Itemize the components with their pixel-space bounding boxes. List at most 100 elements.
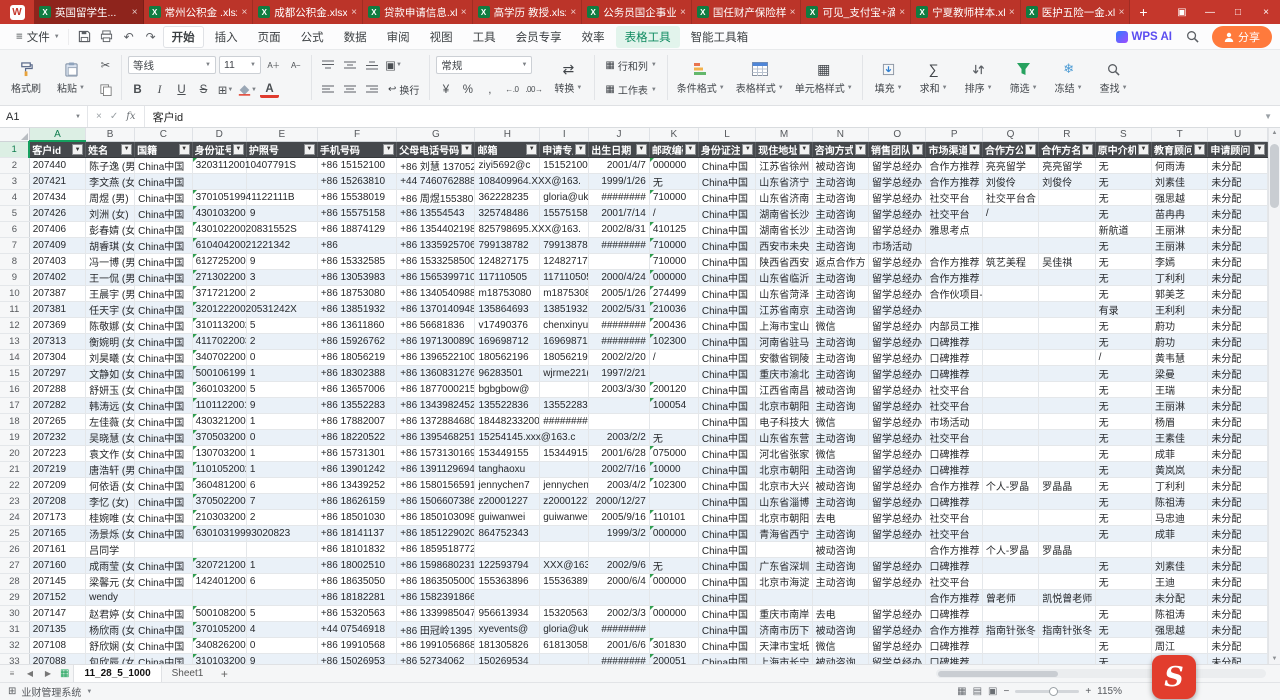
align-center-icon[interactable] — [340, 81, 359, 99]
cell[interactable] — [1039, 302, 1095, 318]
cell[interactable]: 2002/2/20 — [589, 350, 650, 366]
filter-dropdown-icon[interactable]: ▼ — [526, 144, 537, 155]
cell[interactable]: 未分配 — [1208, 446, 1268, 462]
cell[interactable]: 207165 — [29, 526, 85, 542]
cell[interactable]: 未分配 — [1208, 654, 1268, 665]
cell[interactable]: 微信 — [812, 446, 868, 462]
cell[interactable]: 社交平台 — [926, 430, 982, 446]
cell[interactable]: 赵君婷 (女 — [86, 606, 135, 622]
cell[interactable]: 无 — [649, 558, 698, 574]
cell[interactable]: 强思越 — [1151, 190, 1207, 206]
cell[interactable]: 个人-罗晶 — [982, 478, 1038, 494]
cell[interactable] — [756, 542, 812, 558]
cell[interactable]: +44 7460762888 — [397, 174, 475, 190]
header-cell[interactable]: 咨询方式▼ — [812, 141, 868, 158]
cell[interactable]: 湖南省长沙 — [756, 222, 812, 238]
cell[interactable] — [982, 270, 1038, 286]
page-break-view-icon[interactable]: ▣ — [988, 686, 997, 697]
cell[interactable]: 207369 — [29, 318, 85, 334]
cell[interactable]: 文静如 (女 — [86, 366, 135, 382]
cell[interactable]: China中国 — [698, 526, 755, 542]
align-middle-icon[interactable] — [340, 56, 359, 74]
cell[interactable]: 无 — [1095, 334, 1151, 350]
cell[interactable]: chenxinyur — [540, 318, 589, 334]
cell[interactable]: 799138782 — [540, 238, 589, 254]
cell[interactable]: 山东省东营 — [756, 430, 812, 446]
cell[interactable]: 0 — [246, 430, 317, 446]
cell[interactable]: 留学总经办 — [869, 494, 926, 510]
cell[interactable]: 4 — [246, 622, 317, 638]
cell[interactable] — [982, 430, 1038, 446]
prev-sheet-icon[interactable]: ◀ — [22, 665, 38, 682]
tab-close-icon[interactable]: × — [351, 7, 357, 18]
cell[interactable]: 个人-罗晶 — [982, 542, 1038, 558]
header-cell[interactable]: 护照号▼ — [246, 141, 317, 158]
cell[interactable]: 799138782 — [475, 238, 540, 254]
cell[interactable]: 去电 — [812, 606, 868, 622]
cell[interactable]: 成菲 — [1151, 526, 1207, 542]
cell[interactable]: China中国 — [698, 254, 755, 270]
row-number-23[interactable]: 23 — [0, 494, 29, 510]
italic-icon[interactable]: I — [150, 81, 169, 99]
cell[interactable] — [982, 350, 1038, 366]
cell[interactable]: 37010520021027082 — [192, 622, 246, 638]
cell[interactable]: 口碑推荐 — [926, 606, 982, 622]
cell[interactable]: 口碑推荐 — [926, 494, 982, 510]
cell[interactable]: v17490376 — [475, 318, 540, 334]
cell[interactable]: 2001/6/28 — [589, 446, 650, 462]
header-cell[interactable]: 合作方名▼ — [1039, 141, 1095, 158]
cell[interactable] — [135, 542, 192, 558]
cell[interactable]: 155363896 — [475, 574, 540, 590]
cell[interactable]: 5 — [246, 382, 317, 398]
cell[interactable]: 主动咨询 — [812, 174, 868, 190]
cell[interactable]: 10000 — [649, 462, 698, 478]
cell[interactable]: 未分配 — [1208, 590, 1268, 606]
cell[interactable]: 何雨涛 — [1151, 158, 1207, 174]
cell[interactable]: 冯一博 (男 — [86, 254, 135, 270]
cell[interactable]: 未分配 — [1208, 622, 1268, 638]
cell[interactable]: 无 — [1095, 158, 1151, 174]
column-header-Q[interactable]: Q — [982, 128, 1038, 141]
tab-close-icon[interactable]: × — [570, 7, 576, 18]
sheet-tab-1[interactable]: Sheet1 — [162, 665, 214, 682]
cell[interactable]: +86 1851229020 — [397, 526, 475, 542]
cell[interactable]: 102300 — [649, 334, 698, 350]
cell[interactable] — [869, 542, 926, 558]
cell[interactable]: 彭春婧 (女 — [86, 222, 135, 238]
cell[interactable]: 李忆 (女) — [86, 494, 135, 510]
cell[interactable]: 微信 — [812, 638, 868, 654]
cell[interactable]: China中国 — [698, 574, 755, 590]
cell[interactable]: 口碑推荐 — [926, 654, 982, 665]
cell[interactable] — [982, 238, 1038, 254]
cell[interactable] — [982, 366, 1038, 382]
cell[interactable]: 留学总经办 — [869, 462, 926, 478]
cell[interactable] — [589, 414, 650, 430]
cell[interactable]: 留学总经办 — [869, 254, 926, 270]
cell[interactable]: 电子科技大 — [756, 414, 812, 430]
cell[interactable]: 舒欣娴 (女 — [86, 638, 135, 654]
cell[interactable] — [982, 318, 1038, 334]
file-tab-5[interactable]: X公务员国企事业单...× — [582, 0, 692, 24]
cell[interactable] — [649, 494, 698, 510]
cell[interactable]: 11010520020716545 — [192, 462, 246, 478]
cell[interactable]: 未分配 — [1208, 430, 1268, 446]
row-number-17[interactable]: 17 — [0, 398, 29, 414]
cell[interactable]: 周江 — [1151, 638, 1207, 654]
horizontal-scrollbar[interactable] — [936, 669, 1266, 678]
cell[interactable]: 左佳薇 (女 — [86, 414, 135, 430]
cell[interactable]: China中国 — [135, 366, 192, 382]
cell[interactable]: 32072120020906008 — [192, 558, 246, 574]
cell[interactable]: 口碑推荐 — [926, 366, 982, 382]
cell[interactable]: 301830 — [649, 638, 698, 654]
file-tab-1[interactable]: X常州公积金 .xlsx× — [144, 0, 254, 24]
cell[interactable]: +86 1863505000 — [397, 574, 475, 590]
cell[interactable]: 未分配 — [1208, 382, 1268, 398]
cell[interactable]: guiwanwei — [475, 510, 540, 526]
cell[interactable] — [1039, 238, 1095, 254]
cell[interactable]: 无 — [649, 174, 698, 190]
cell[interactable]: China中国 — [698, 446, 755, 462]
cell[interactable]: 207288 — [29, 382, 85, 398]
number-format-select[interactable]: 常规▼ — [436, 56, 532, 74]
cell[interactable]: 被动咨询 — [812, 478, 868, 494]
cell[interactable]: gloria@uk# — [540, 622, 589, 638]
